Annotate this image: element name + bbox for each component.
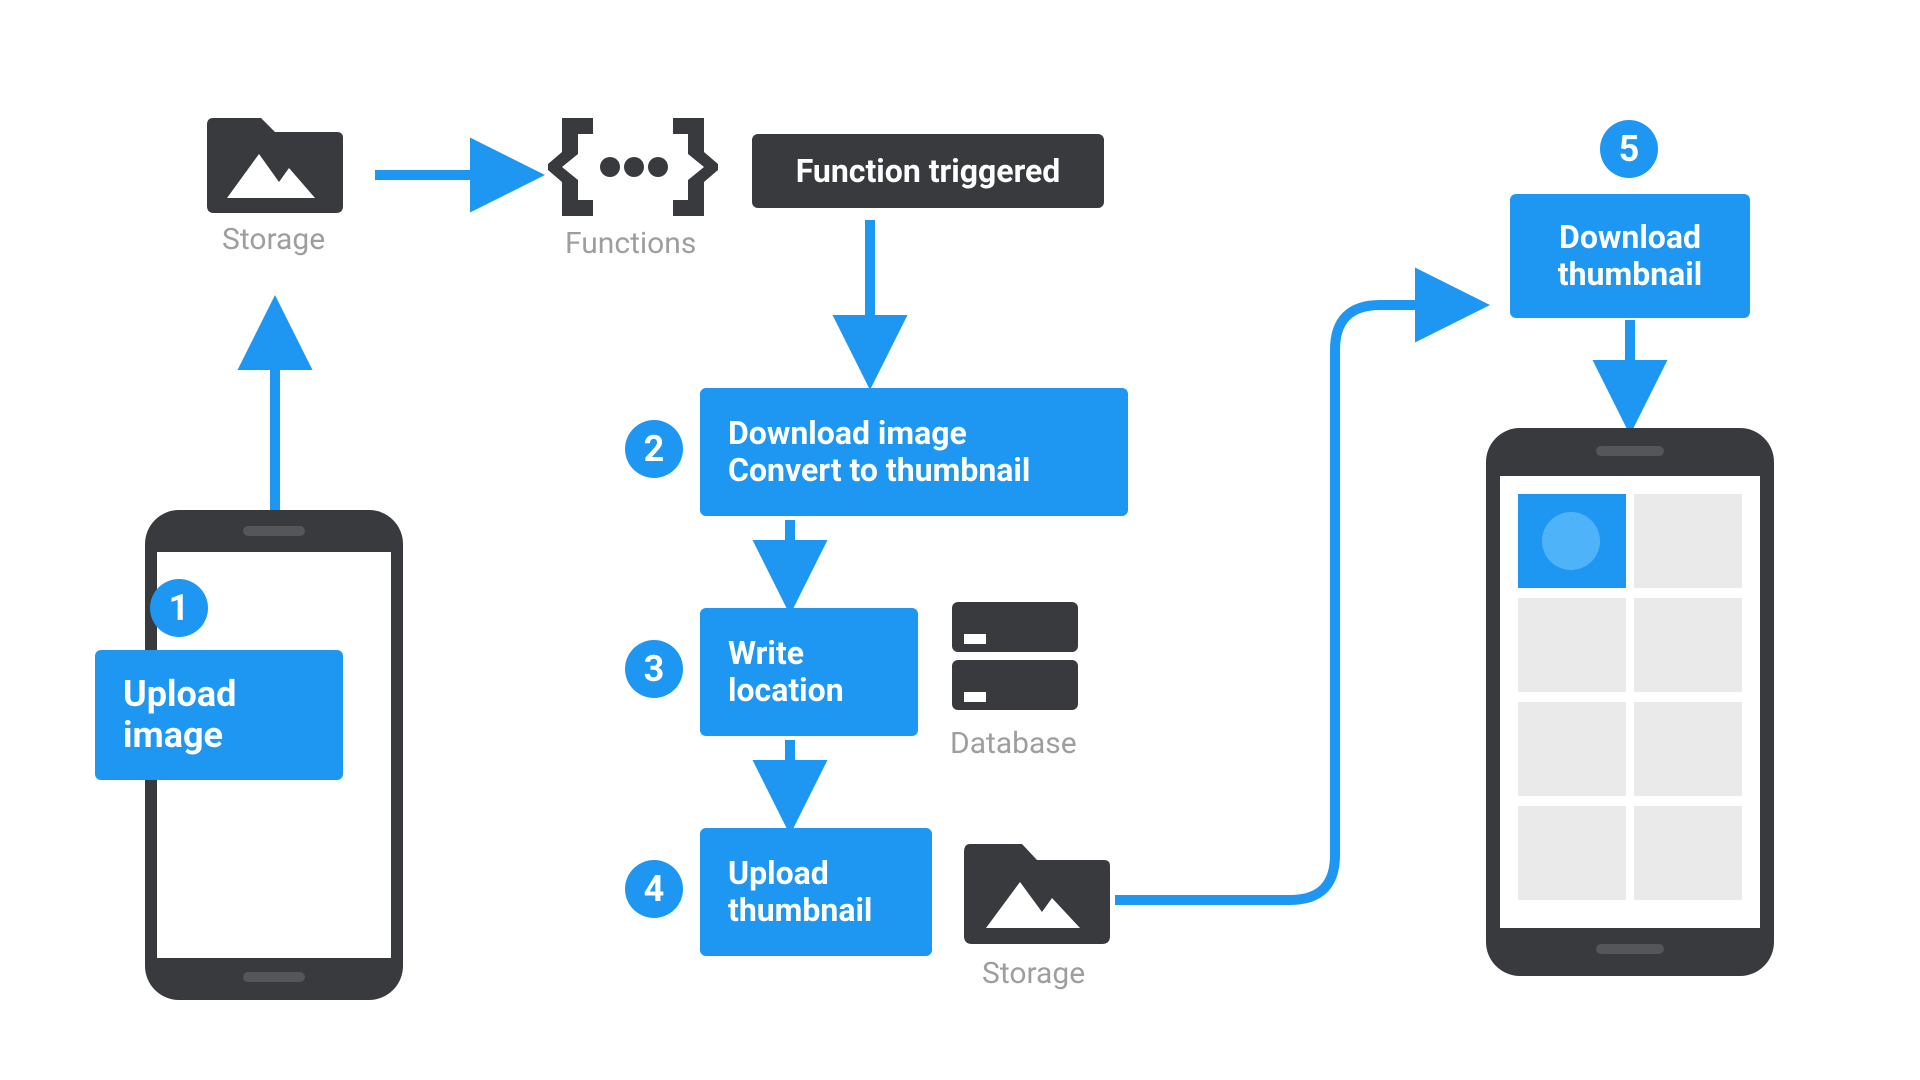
badge-1-text: 1 bbox=[169, 587, 190, 629]
thumb-circle bbox=[1542, 512, 1600, 570]
functions-icon bbox=[548, 112, 718, 222]
download-thumbnail-l1: Download bbox=[1538, 219, 1722, 256]
storage-icon-top bbox=[205, 100, 345, 215]
phone-right bbox=[1486, 428, 1774, 976]
functions-caption: Functions bbox=[565, 226, 696, 261]
badge-4-text: 4 bbox=[644, 868, 665, 910]
storage-icon-bottom bbox=[962, 826, 1112, 946]
download-convert-box: Download image Convert to thumbnail bbox=[700, 388, 1128, 516]
phone-right-speaker-bottom bbox=[1596, 944, 1664, 954]
grid-cell bbox=[1518, 806, 1626, 900]
badge-4: 4 bbox=[625, 860, 683, 918]
download-thumbnail-box: Download thumbnail bbox=[1510, 194, 1750, 318]
grid-cell bbox=[1518, 702, 1626, 796]
upload-thumbnail-box: Upload thumbnail bbox=[700, 828, 932, 956]
storage-bottom-caption: Storage bbox=[982, 956, 1085, 991]
badge-3-text: 3 bbox=[644, 648, 665, 690]
write-location-l2: location bbox=[728, 672, 844, 709]
badge-5-text: 5 bbox=[1619, 128, 1640, 170]
badge-3: 3 bbox=[625, 640, 683, 698]
badge-2-text: 2 bbox=[644, 428, 665, 470]
phone-left-speaker-top bbox=[243, 526, 305, 536]
grid-cell bbox=[1634, 702, 1742, 796]
download-convert-l2: Convert to thumbnail bbox=[728, 452, 1030, 489]
database-icon bbox=[950, 598, 1080, 716]
write-location-l1: Write bbox=[728, 635, 844, 672]
upload-thumbnail-l1: Upload bbox=[728, 855, 872, 892]
phone-left-speaker-bottom bbox=[243, 972, 305, 982]
function-triggered-text: Function triggered bbox=[796, 153, 1061, 190]
upload-image-box: Uploadimage bbox=[95, 650, 343, 780]
badge-5: 5 bbox=[1600, 120, 1658, 178]
badge-1: 1 bbox=[150, 579, 208, 637]
upload-image-l1: Uploadimage bbox=[123, 674, 236, 757]
phone-right-speaker-top bbox=[1596, 446, 1664, 456]
function-triggered-box: Function triggered bbox=[752, 134, 1104, 208]
grid-cell bbox=[1634, 494, 1742, 588]
grid-cell bbox=[1634, 598, 1742, 692]
diagram-stage: 1 Uploadimage // split "Upload image" in… bbox=[0, 0, 1920, 1080]
thumb-cell-active bbox=[1518, 494, 1626, 588]
upload-thumbnail-l2: thumbnail bbox=[728, 892, 872, 929]
write-location-box: Write location bbox=[700, 608, 918, 736]
grid-cell bbox=[1634, 806, 1742, 900]
download-convert-l1: Download image bbox=[728, 415, 1030, 452]
database-caption: Database bbox=[950, 726, 1077, 761]
grid-cell bbox=[1518, 598, 1626, 692]
badge-2: 2 bbox=[625, 420, 683, 478]
storage-top-caption: Storage bbox=[222, 222, 325, 257]
download-thumbnail-l2: thumbnail bbox=[1538, 256, 1722, 293]
phone-right-screen bbox=[1500, 476, 1760, 928]
